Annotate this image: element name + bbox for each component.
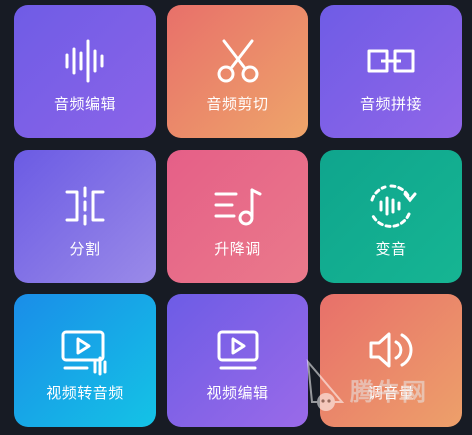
tile-split[interactable]: 分割 xyxy=(14,150,156,283)
tile-video-edit[interactable]: 视频编辑 xyxy=(167,294,308,427)
scissors-icon xyxy=(167,35,308,87)
tile-volume[interactable]: 调音量 xyxy=(320,294,462,427)
tile-label: 分割 xyxy=(69,241,101,258)
audio-waveform-icon xyxy=(14,35,156,87)
tools-grid: 音频编辑 音频剪切 音频拼接 分割 升降调 变音 视频转音频 视频编辑 调音量 xyxy=(0,0,472,435)
tile-audio-merge[interactable]: 音频拼接 xyxy=(320,5,462,138)
video-to-audio-icon xyxy=(14,324,156,376)
tile-label: 音频剪切 xyxy=(206,96,269,113)
pitch-note-icon xyxy=(167,180,308,232)
tile-pitch[interactable]: 升降调 xyxy=(167,150,308,283)
tile-video-to-audio[interactable]: 视频转音频 xyxy=(14,294,156,427)
tile-audio-edit[interactable]: 音频编辑 xyxy=(14,5,156,138)
tile-label: 变音 xyxy=(375,241,407,258)
tile-audio-cut[interactable]: 音频剪切 xyxy=(167,5,308,138)
tile-label: 升降调 xyxy=(214,241,261,258)
tile-label: 调音量 xyxy=(367,385,415,402)
tile-label: 视频编辑 xyxy=(206,385,269,402)
split-icon xyxy=(14,180,156,232)
video-play-icon xyxy=(167,324,308,376)
voice-change-icon xyxy=(320,180,462,232)
merge-blocks-icon xyxy=(320,35,462,87)
tile-label: 视频转音频 xyxy=(46,385,124,402)
tile-voice-change[interactable]: 变音 xyxy=(320,150,462,283)
tile-label: 音频编辑 xyxy=(53,96,116,113)
tile-label: 音频拼接 xyxy=(359,96,422,113)
volume-icon xyxy=(320,324,462,376)
